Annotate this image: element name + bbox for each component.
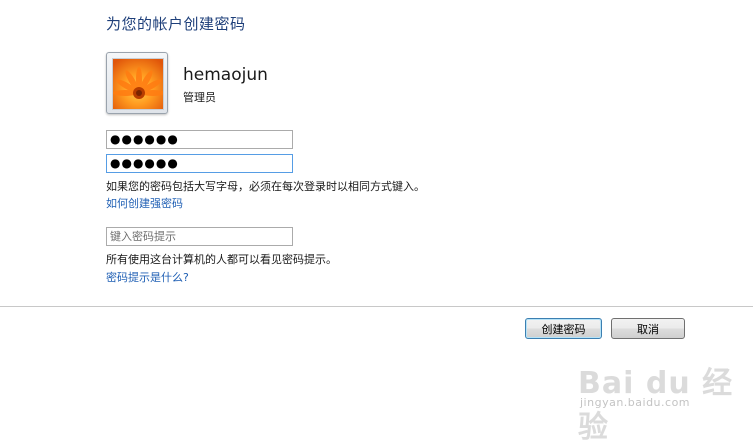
account-username: hemaojun [183, 65, 268, 85]
divider [0, 306, 753, 307]
strong-password-link[interactable]: 如何创建强密码 [106, 195, 183, 211]
watermark: Bai du 经验 jingyan.baidu.com [578, 358, 748, 445]
cancel-button[interactable]: 取消 [611, 318, 685, 339]
password-hint-help-link[interactable]: 密码提示是什么? [106, 269, 189, 285]
page-title: 为您的帐户创建密码 [106, 15, 246, 33]
create-password-button[interactable]: 创建密码 [525, 318, 602, 339]
new-password-field[interactable]: ●●●●●● [106, 130, 293, 149]
watermark-url: jingyan.baidu.com [580, 396, 691, 409]
hint-visibility-note: 所有使用这台计算机的人都可以看见密码提示。 [106, 253, 337, 266]
account-role: 管理员 [183, 91, 216, 104]
user-avatar [106, 52, 168, 114]
flower-picture-icon [112, 58, 164, 110]
confirm-password-field[interactable]: ●●●●●● [106, 154, 293, 173]
password-hint-input[interactable]: 键入密码提示 [106, 227, 293, 246]
case-sensitivity-note: 如果您的密码包括大写字母，必须在每次登录时以相同方式键入。 [106, 180, 425, 193]
